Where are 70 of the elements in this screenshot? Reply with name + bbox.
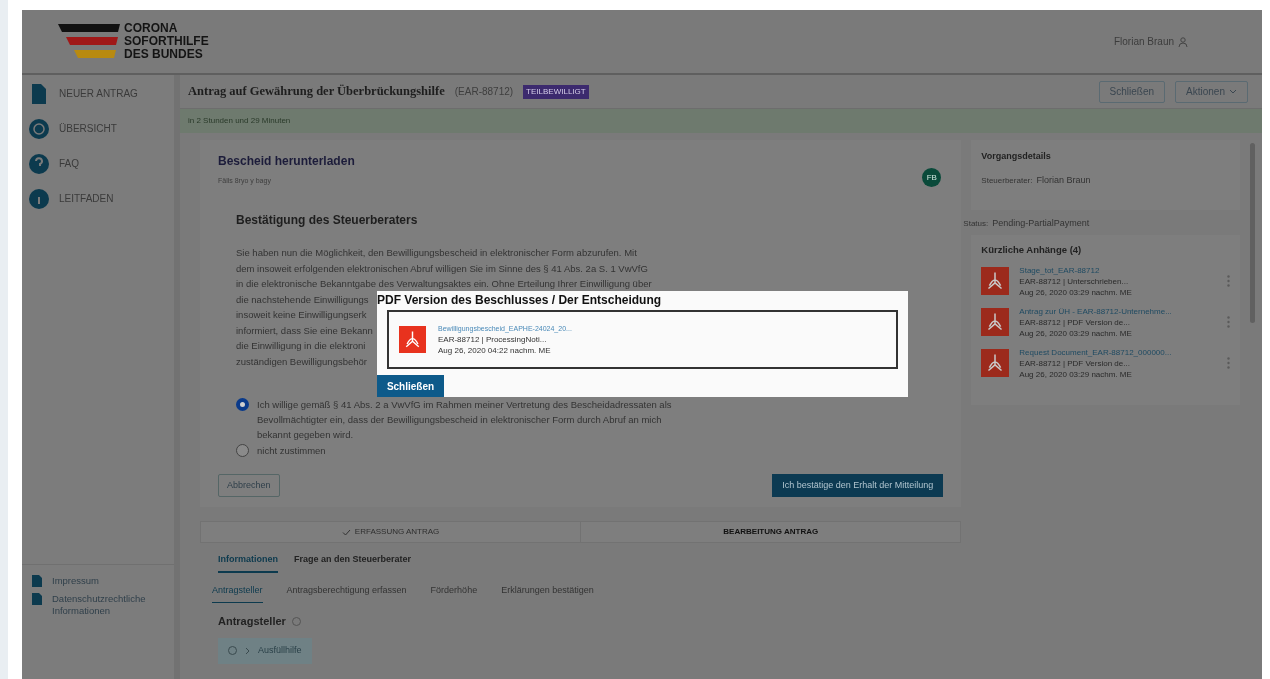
person-icon[interactable]	[1178, 36, 1188, 47]
document-icon	[32, 575, 42, 587]
logo-text: DES BUNDES	[124, 48, 204, 61]
status-value: Pending-PartialPayment	[992, 217, 1090, 230]
sidebar-item[interactable]: NEUER ANTRAG	[59, 86, 138, 101]
details-title: Vorgangsdetails	[981, 150, 1052, 163]
actions-button[interactable]: Aktionen	[1175, 80, 1248, 103]
modal-title: PDF Version des Beschlusses / Der Entscheidung	[377, 292, 663, 308]
avatar: FB	[922, 168, 942, 187]
checkmark-icon	[341, 528, 351, 536]
attachment-meta: EAR-88712 | PDF Version de...	[1019, 357, 1131, 369]
reference-number: (EAR-88712)	[454, 85, 514, 99]
attachment-meta: EAR-88712 | Unterschrieben...	[1019, 275, 1130, 287]
step-tab[interactable]: ERFASSUNG ANTRAG	[201, 522, 581, 542]
sidebar-item[interactable]: FAQ	[59, 156, 79, 171]
pdf-icon	[981, 349, 1010, 378]
paragraph-line: informiert, dass Sie eine Bekann	[236, 323, 373, 338]
footer-link[interactable]: Impressum	[52, 575, 142, 587]
radio-label: nicht zustimmen	[257, 444, 327, 458]
pdf-icon	[399, 326, 426, 353]
step-tab[interactable]: BEARBEITUNG ANTRAG	[580, 522, 961, 542]
tab[interactable]: Informationen	[218, 553, 278, 573]
page-title: Antrag auf Gewährung der Überbrückungshilfe	[188, 83, 445, 101]
attachment-link[interactable]: Stage_tot_EAR-88712	[1019, 264, 1218, 276]
confirm-button[interactable]: Ich bestätige den Erhalt der Mitteilung	[772, 474, 944, 497]
attachment-link[interactable]: Request Document_EAR-88712_000000...	[1019, 346, 1218, 358]
radio-button[interactable]	[236, 444, 249, 457]
cancel-button[interactable]: Abbrechen	[218, 474, 280, 497]
subtab[interactable]: Erklärungen bestätigen	[501, 583, 594, 603]
file-date: Aug 26, 2020 04:22 nachm. ME	[438, 345, 552, 356]
pdf-icon	[981, 267, 1010, 296]
attachment-date: Aug 26, 2020 03:29 nachm. ME	[1019, 286, 1133, 298]
chevron-right-icon	[245, 646, 250, 655]
section-title: Antragsteller	[218, 614, 286, 629]
status-badge: TEILBEWILLIGT	[523, 84, 589, 99]
field-label: Status:	[963, 218, 989, 230]
user-name[interactable]: Florian Braun	[1113, 34, 1174, 49]
document-icon	[32, 593, 42, 605]
file-meta: EAR-88712 | ProcessingNoti...	[438, 334, 548, 345]
subtab[interactable]: Antragsteller	[212, 583, 263, 603]
logo-text: SOFORTHILFE	[124, 35, 209, 48]
chevron-down-icon	[1229, 89, 1237, 94]
radio-label: Ich willige gemäß § 41 Abs. 2 a VwVfG im Rahmen meiner Vertretung des Bescheidadressaten als Bevollmächtigter ein, dass der Bewilligungsbescheid in elektronischer Form durch Abruf an mich bekannt gegeben wird.	[257, 398, 673, 442]
section-heading: Bestätigung des Steuerberaters	[236, 212, 419, 229]
close-button[interactable]: Schließen	[1098, 80, 1166, 103]
logo-text: CORONA	[124, 22, 179, 35]
close-button[interactable]: Schließen	[377, 375, 444, 397]
paragraph-line: die nachstehende Einwilligungs	[236, 292, 369, 307]
attachment-date: Aug 26, 2020 03:29 nachm. ME	[1019, 327, 1133, 339]
info-icon	[28, 187, 50, 210]
attachment-date: Aug 26, 2020 03:29 nachm. ME	[1019, 368, 1133, 380]
paragraph-line: zuständigen Bewilligungsbehör	[236, 354, 367, 369]
tab[interactable]: Frage an den Steuerberater	[294, 553, 412, 573]
field-label: Steuerberater:	[981, 174, 1033, 187]
radio-button[interactable]	[236, 398, 249, 411]
globe-icon	[28, 117, 50, 140]
subtab[interactable]: Antragsberechtigung erfassen	[286, 583, 407, 603]
help-chip[interactable]: Ausfüllhilfe	[218, 637, 312, 664]
sidebar-item[interactable]: ÜBERSICHT	[59, 121, 117, 136]
attachment-link[interactable]: Antrag zur ÜH - EAR-88712-Unternehme...	[1019, 305, 1218, 317]
sidebar-item[interactable]: LEITFADEN	[59, 191, 114, 206]
field-value: Florian Braun	[1036, 173, 1091, 187]
paragraph-line: insoweit keine Einwilligungserk	[236, 308, 367, 322]
attachment-meta: EAR-88712 | PDF Version de...	[1019, 316, 1131, 328]
attachments-title: Kürzliche Anhänge (4)	[981, 242, 1083, 257]
pdf-icon	[981, 308, 1010, 337]
subtab[interactable]: Förderhöhe	[430, 583, 478, 603]
paragraph-line: die Einwilligung in die elektroni	[236, 339, 366, 353]
scrollbar-thumb[interactable]	[1250, 143, 1256, 323]
task-title: Bescheid herunterladen	[218, 153, 355, 170]
